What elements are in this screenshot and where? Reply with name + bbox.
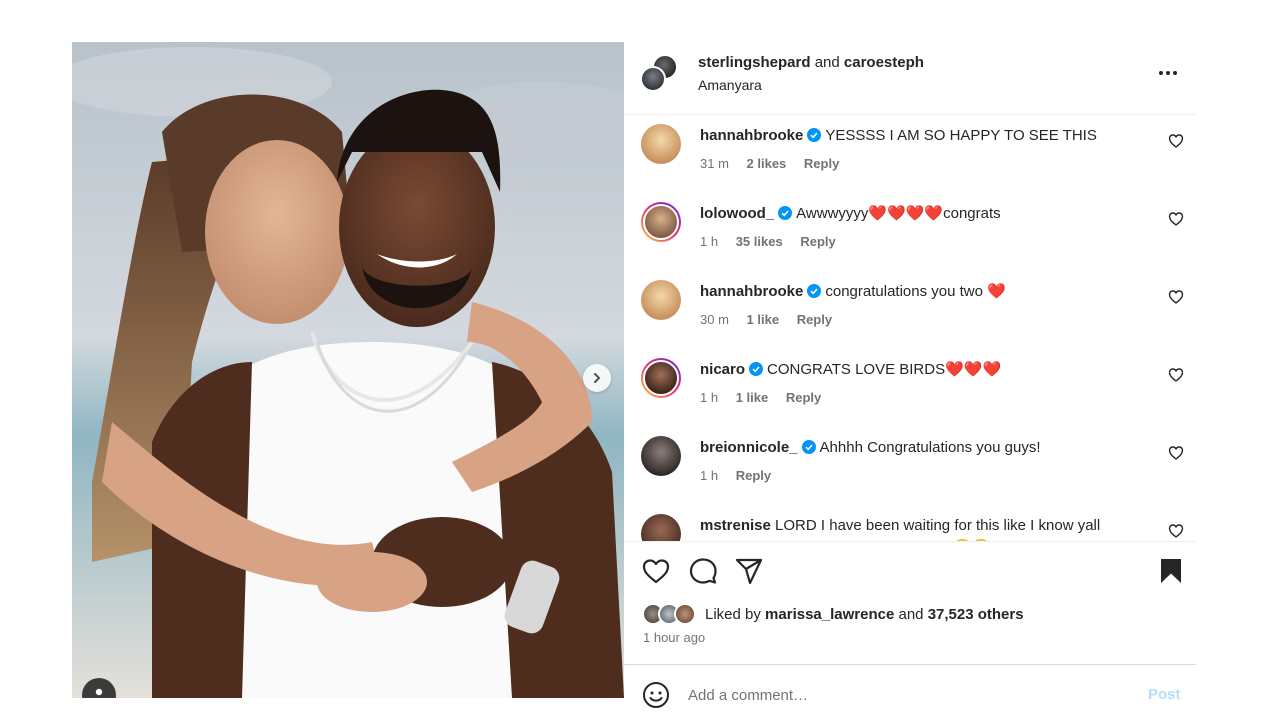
comment-time[interactable]: 31 m: [700, 156, 729, 171]
comment-likes[interactable]: 1 like: [747, 312, 780, 327]
collab-avatars[interactable]: [640, 54, 680, 94]
post-photo[interactable]: [72, 42, 624, 698]
likes-summary: Liked by marissa_lawrence and 37,523 oth…: [705, 606, 1024, 623]
avatar[interactable]: [641, 280, 681, 320]
heart-icon[interactable]: [1168, 133, 1184, 149]
comment-input[interactable]: [688, 681, 1118, 709]
avatar[interactable]: [674, 603, 696, 625]
comment-time[interactable]: 1 h: [700, 390, 718, 405]
share-paper-plane-icon[interactable]: [734, 556, 764, 586]
avatar[interactable]: [641, 358, 681, 398]
comment-item: hannahbrooke congratulations you two ❤️ 3…: [624, 272, 1196, 350]
likes-prefix: Liked by: [705, 606, 761, 623]
comment-likes[interactable]: 2 likes: [747, 156, 787, 171]
verified-badge-icon: [778, 206, 793, 220]
comment-username[interactable]: hannahbrooke: [700, 127, 803, 144]
comment-likes[interactable]: 35 likes: [736, 234, 783, 249]
comment-username[interactable]: hannahbrooke: [700, 283, 803, 300]
heart-icon[interactable]: [1168, 445, 1184, 461]
reply-button[interactable]: Reply: [736, 468, 771, 483]
post-location[interactable]: Amanyara: [698, 77, 762, 93]
author-conjunction: and: [814, 54, 840, 71]
comment-time[interactable]: 30 m: [700, 312, 729, 327]
comment-body: Awwwyyyy❤️❤️❤️❤️congrats: [796, 205, 1001, 222]
comment-item: nicaro CONGRATS LOVE BIRDS❤️❤️❤️ 1 h 1 li…: [624, 350, 1196, 428]
comment-username[interactable]: lolowood_: [700, 205, 774, 222]
comment-time[interactable]: 1 h: [700, 468, 718, 483]
comment-text: hannahbrooke YESSSS I AM SO HAPPY TO SEE …: [700, 125, 1140, 147]
avatar[interactable]: [641, 436, 681, 476]
post-comment-button[interactable]: Post: [1148, 686, 1181, 703]
verified-badge-icon: [801, 440, 816, 454]
heart-icon[interactable]: [1168, 367, 1184, 383]
post-authors: sterlingshepard and caroesteph: [698, 54, 924, 71]
avatar[interactable]: [641, 202, 681, 242]
comment-body: YESSSS I AM SO HAPPY TO SEE THIS: [825, 127, 1097, 144]
comment-meta: 1 h Reply: [700, 468, 785, 483]
avatar[interactable]: [641, 124, 681, 164]
chevron-right-icon: [594, 373, 601, 383]
comments-list[interactable]: hannahbrooke YESSSS I AM SO HAPPY TO SEE …: [624, 116, 1196, 541]
comment-meta: 1 h 1 like Reply: [700, 390, 835, 405]
comment-body: Ahhhh Congratulations you guys!: [819, 439, 1041, 456]
verified-badge-icon: [807, 284, 822, 298]
couple-photo: [72, 42, 624, 698]
verified-badge-icon: [749, 362, 764, 376]
heart-icon[interactable]: [1168, 523, 1184, 539]
comment-text: mstrenise LORD I have been waiting for t…: [700, 515, 1140, 541]
comment-item: hannahbrooke YESSSS I AM SO HAPPY TO SEE …: [624, 116, 1196, 194]
add-comment-bar: Post: [624, 664, 1196, 720]
liker-username[interactable]: marissa_lawrence: [765, 606, 894, 623]
comment-username[interactable]: breionnicole_: [700, 439, 798, 456]
comment-body: CONGRATS LOVE BIRDS❤️❤️❤️: [767, 361, 1002, 378]
like-heart-icon[interactable]: [641, 556, 671, 586]
more-options-button[interactable]: [1154, 64, 1182, 82]
heart-icon[interactable]: [1168, 289, 1184, 305]
avatar[interactable]: [640, 66, 666, 92]
post-timestamp[interactable]: 1 hour ago: [643, 630, 705, 645]
comment-likes[interactable]: 1 like: [736, 390, 769, 405]
post-side-panel: sterlingshepard and caroesteph Amanyara …: [624, 42, 1196, 720]
verified-badge-icon: [807, 128, 822, 142]
comment-text: hannahbrooke congratulations you two ❤️: [700, 281, 1140, 303]
reply-button[interactable]: Reply: [804, 156, 839, 171]
likes-count[interactable]: 37,523 others: [928, 606, 1024, 623]
comment-item: lolowood_ Awwwyyyy❤️❤️❤️❤️congrats 1 h 35…: [624, 194, 1196, 272]
comment-username[interactable]: nicaro: [700, 361, 745, 378]
reply-button[interactable]: Reply: [786, 390, 821, 405]
comment-text: lolowood_ Awwwyyyy❤️❤️❤️❤️congrats: [700, 203, 1140, 225]
post-header: sterlingshepard and caroesteph Amanyara: [624, 42, 1196, 115]
comment-text: nicaro CONGRATS LOVE BIRDS❤️❤️❤️: [700, 359, 1140, 381]
reply-button[interactable]: Reply: [797, 312, 832, 327]
comment-meta: 1 h 35 likes Reply: [700, 234, 850, 249]
post-actions: Liked by marissa_lawrence and 37,523 oth…: [624, 541, 1196, 664]
emoji-icon[interactable]: [642, 681, 670, 709]
comment-text: breionnicole_ Ahhhh Congratulations you g…: [700, 437, 1140, 459]
comment-time[interactable]: 1 h: [700, 234, 718, 249]
author-link[interactable]: sterlingshepard: [698, 54, 811, 71]
likes-middle: and: [898, 606, 924, 623]
author-link[interactable]: caroesteph: [844, 54, 924, 71]
more-horizontal-icon: [1159, 71, 1177, 75]
avatar[interactable]: [641, 514, 681, 541]
comment-body: congratulations you two ❤️: [825, 283, 1006, 300]
comment-meta: 31 m 2 likes Reply: [700, 156, 853, 171]
reply-button[interactable]: Reply: [800, 234, 835, 249]
comment-username[interactable]: mstrenise: [700, 517, 771, 534]
heart-icon[interactable]: [1168, 211, 1184, 227]
comment-item: mstrenise LORD I have been waiting for t…: [624, 506, 1196, 541]
comment-meta: 30 m 1 like Reply: [700, 312, 846, 327]
comment-item: breionnicole_ Ahhhh Congratulations you g…: [624, 428, 1196, 506]
bookmark-icon[interactable]: [1156, 556, 1186, 586]
comment-bubble-icon[interactable]: [688, 556, 718, 586]
user-tag-icon: [95, 688, 103, 696]
next-photo-button[interactable]: [583, 364, 611, 392]
